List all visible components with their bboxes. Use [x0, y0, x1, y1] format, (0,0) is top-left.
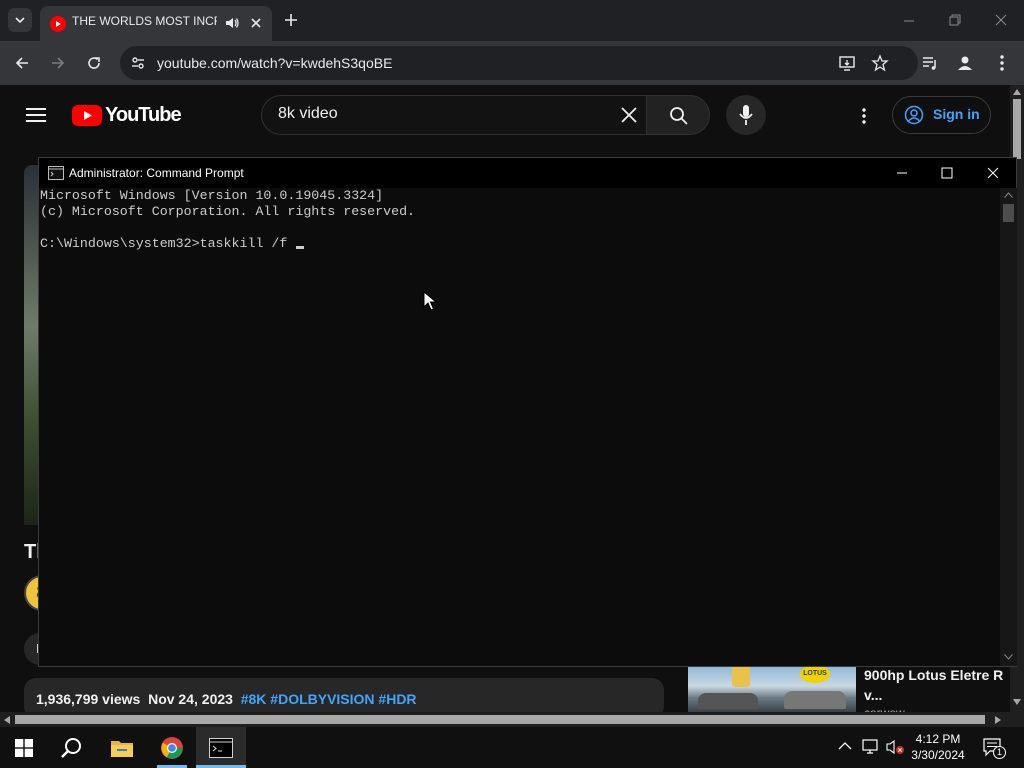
sign-in-button[interactable]: Sign in [892, 96, 991, 134]
console-input-line[interactable]: C:\Windows\system32>taskkill /f [40, 236, 999, 252]
show-hidden-icons-icon[interactable] [838, 741, 852, 751]
minimize-icon[interactable] [902, 14, 916, 28]
horizontal-scroll-thumb[interactable] [15, 715, 985, 724]
account-icon [904, 105, 924, 125]
scroll-left-icon[interactable] [4, 716, 10, 724]
back-icon[interactable] [8, 49, 36, 77]
start-button[interactable] [0, 727, 48, 768]
more-options-icon[interactable] [988, 49, 1016, 77]
media-controls-icon[interactable] [916, 49, 944, 77]
voice-search-button[interactable] [726, 95, 766, 135]
car-shape [784, 691, 846, 709]
network-icon[interactable] [862, 739, 880, 755]
cmd-scroll-up-icon[interactable] [1004, 192, 1013, 198]
video-stats: 1,936,799 views Nov 24, 2023 #8K #DOLBYV… [36, 691, 417, 707]
speaker-icon[interactable] [224, 15, 240, 31]
scroll-up-icon[interactable] [1013, 89, 1021, 95]
menu-icon[interactable] [26, 107, 46, 123]
scroll-down-icon[interactable] [1013, 699, 1021, 705]
clock-time: 4:12 PM [915, 732, 961, 746]
sign-in-label: Sign in [933, 106, 980, 122]
upload-date: Nov 24, 2023 [148, 691, 233, 707]
restore-icon[interactable] [948, 13, 962, 27]
console-line: Microsoft Windows [Version 10.0.19045.33… [40, 188, 384, 203]
view-count: 1,936,799 views [36, 691, 141, 707]
cmd-scroll-thumb[interactable] [1003, 204, 1014, 222]
console-prompt: C:\Windows\system32>taskkill /f [40, 236, 296, 251]
windows-taskbar: 4:12 PM 3/30/2024 1 [0, 727, 1024, 768]
forward-icon[interactable] [44, 49, 72, 77]
tab-close-icon[interactable] [248, 15, 264, 31]
tab-search-button[interactable] [8, 8, 32, 32]
command-prompt-window[interactable]: Administrator: Command Prompt Microsoft … [38, 157, 1017, 667]
reload-icon[interactable] [80, 49, 108, 77]
yt-settings-icon[interactable] [861, 107, 867, 125]
cmd-maximize-icon[interactable] [940, 166, 954, 180]
recommended-title[interactable]: 900hp Lotus Eletre R v... [864, 665, 1014, 705]
cmd-taskbar-button[interactable] [196, 727, 246, 768]
youtube-favicon-icon [50, 16, 66, 32]
window-close-icon[interactable] [994, 13, 1008, 27]
terminal-icon [209, 737, 233, 758]
cmd-app-icon [48, 166, 64, 180]
taskbar-search-button[interactable] [48, 727, 96, 768]
clear-search-icon[interactable] [620, 106, 638, 124]
system-clock[interactable]: 4:12 PM 3/30/2024 [904, 731, 972, 763]
text-cursor [296, 246, 305, 249]
action-center-icon[interactable]: 1 [983, 738, 1006, 759]
search-input[interactable]: 8k video [261, 95, 647, 135]
microphone-icon [738, 104, 754, 126]
cmd-close-icon[interactable] [986, 166, 1000, 180]
search-icon [669, 106, 689, 126]
volume-muted-icon[interactable] [886, 739, 906, 755]
search-button[interactable] [646, 95, 710, 135]
recommended-thumbnail[interactable]: LOTUS [688, 665, 856, 712]
cmd-title: Administrator: Command Prompt [69, 166, 244, 180]
site-settings-icon[interactable] [130, 55, 146, 71]
folder-icon [111, 740, 133, 757]
url-text[interactable]: youtube.com/watch?v=kwdehS3qoBE [157, 55, 392, 71]
chrome-icon [161, 736, 183, 759]
chevron-down-icon [15, 17, 25, 24]
video-description[interactable]: 1,936,799 views Nov 24, 2023 #8K #DOLBYV… [24, 678, 664, 712]
mouse-cursor-icon [423, 291, 437, 311]
install-app-icon[interactable] [838, 54, 856, 72]
notification-badge: 1 [993, 746, 1006, 759]
page-horizontal-scrollbar[interactable] [0, 712, 1024, 727]
bookmark-star-icon[interactable] [871, 54, 889, 72]
chrome-taskbar-button[interactable] [148, 727, 196, 768]
lamborghini-badge-icon [732, 665, 750, 687]
cmd-scroll-down-icon[interactable] [1004, 654, 1013, 660]
clock-date: 3/30/2024 [911, 748, 965, 762]
console-line: (c) Microsoft Corporation. All rights re… [40, 204, 416, 219]
tab-youtube[interactable]: THE WORLDS MOST INCREDIBLE 8K VIDEO [40, 6, 272, 41]
new-tab-icon[interactable] [283, 12, 299, 28]
lotus-badge-icon: LOTUS [800, 665, 830, 683]
hashtags[interactable]: #8K #DOLBYVISION #HDR [241, 691, 417, 707]
cmd-titlebar[interactable]: Administrator: Command Prompt [39, 158, 1016, 188]
search-query: 8k video [278, 105, 338, 122]
scroll-right-icon[interactable] [995, 716, 1001, 724]
profile-icon[interactable] [951, 49, 979, 77]
tab-strip: THE WORLDS MOST INCREDIBLE 8K VIDEO [0, 0, 1024, 41]
cmd-console[interactable]: Microsoft Windows [Version 10.0.19045.33… [39, 188, 999, 666]
vertical-scroll-thumb[interactable] [1013, 99, 1021, 159]
address-bar[interactable]: youtube.com/watch?v=kwdehS3qoBE [120, 46, 918, 80]
cmd-minimize-icon[interactable] [895, 166, 909, 180]
tab-title: THE WORLDS MOST INCREDIBLE 8K VIDEO [72, 14, 217, 28]
file-explorer-button[interactable] [98, 727, 146, 768]
youtube-logo-icon [72, 105, 102, 126]
car-shape [698, 693, 758, 709]
youtube-logo[interactable]: YouTube [72, 104, 182, 127]
search-icon [61, 737, 81, 758]
cmd-scrollbar[interactable] [1000, 188, 1017, 666]
browser-toolbar: youtube.com/watch?v=kwdehS3qoBE [0, 41, 1024, 85]
youtube-logo-text: YouTube [105, 104, 182, 126]
windows-logo-icon [15, 738, 33, 757]
